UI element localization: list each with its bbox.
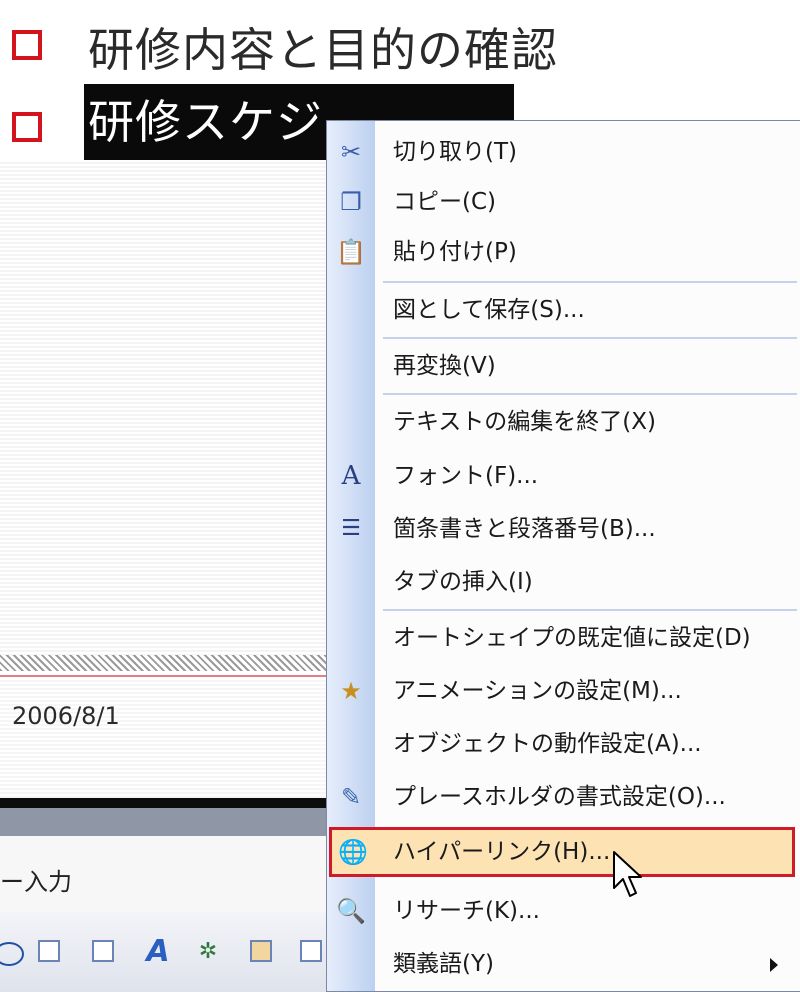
- menu-item-label: 箇条書きと段落番号(B)...: [393, 516, 656, 542]
- menu-item-custom-animation[interactable]: ★ アニメーションの設定(M)...: [327, 666, 800, 716]
- textbox-tool-icon[interactable]: [38, 940, 60, 962]
- context-menu: ✂ 切り取り(T) ❐ コピー(C) 📋 貼り付け(P) 図として保存(S)..…: [326, 120, 800, 992]
- diagram-tool-icon[interactable]: ✲: [196, 940, 220, 964]
- menu-item-font[interactable]: A フォント(F)...: [327, 451, 800, 501]
- clipart-tool-icon[interactable]: [250, 940, 272, 962]
- bullet-square-icon: [12, 30, 42, 60]
- menu-item-label: コピー(C): [393, 189, 497, 215]
- menu-item-label: 図として保存(S)...: [393, 297, 585, 323]
- wordart-tool-icon[interactable]: A: [146, 937, 170, 967]
- menu-item-exit-text-edit[interactable]: テキストの編集を終了(X): [327, 397, 800, 447]
- paste-icon: 📋: [336, 238, 366, 266]
- menu-item-copy[interactable]: ❐ コピー(C): [327, 177, 800, 227]
- menu-separator: [383, 337, 797, 339]
- menu-item-label: アニメーションの設定(M)...: [393, 678, 682, 704]
- vertical-textbox-tool-icon[interactable]: [92, 940, 114, 962]
- menu-item-label: 再変換(V): [393, 353, 496, 379]
- animation-icon: ★: [340, 677, 362, 705]
- menu-item-research[interactable]: 🔍 リサーチ(K)...: [327, 886, 800, 936]
- menu-item-label: フォント(F)...: [393, 463, 539, 489]
- menu-item-label: プレースホルダの書式設定(O)...: [393, 784, 726, 810]
- menu-item-label: テキストの編集を終了(X): [393, 409, 657, 435]
- menu-item-cut[interactable]: ✂ 切り取り(T): [327, 127, 800, 177]
- slide-date: 2006/8/1: [12, 702, 120, 730]
- menu-item-reconvert[interactable]: 再変換(V): [327, 341, 800, 391]
- menu-separator: [383, 281, 797, 283]
- submenu-arrow-icon: [770, 958, 778, 972]
- mouse-cursor-icon: [613, 851, 642, 897]
- menu-item-hyperlink[interactable]: 🌐 ハイパーリンク(H)...: [329, 827, 795, 877]
- menu-item-label: タブの挿入(I): [393, 569, 533, 595]
- format-placeholder-icon: ✎: [340, 783, 362, 811]
- menu-item-insert-tab[interactable]: タブの挿入(I): [327, 557, 800, 607]
- bullet-square-icon: [12, 112, 42, 142]
- bullet-text-1[interactable]: 研修内容と目的の確認: [88, 14, 558, 80]
- font-icon: A: [341, 461, 361, 491]
- hyperlink-globe-icon: 🌐: [338, 838, 368, 866]
- scissors-icon: ✂: [340, 138, 362, 166]
- menu-item-set-autoshape-default[interactable]: オートシェイプの既定値に設定(D): [327, 613, 800, 663]
- menu-separator: [383, 609, 797, 611]
- menu-item-label: 貼り付け(P): [393, 239, 517, 265]
- menu-item-label: リサーチ(K)...: [393, 898, 540, 924]
- menu-item-thesaurus[interactable]: 類義語(Y): [327, 939, 800, 989]
- research-icon: 🔍: [336, 897, 366, 925]
- copy-icon: ❐: [340, 188, 362, 216]
- menu-item-label: オブジェクトの動作設定(A)...: [393, 731, 702, 757]
- menu-separator: [383, 393, 797, 395]
- menu-item-label: ハイパーリンク(H)...: [393, 839, 611, 865]
- menu-item-bullets-numbering[interactable]: ☰ 箇条書きと段落番号(B)...: [327, 504, 800, 554]
- menu-item-format-placeholder[interactable]: ✎ プレースホルダの書式設定(O)...: [327, 772, 800, 822]
- menu-item-label: オートシェイプの既定値に設定(D): [393, 625, 751, 651]
- menu-item-label: 切り取り(T): [393, 139, 517, 165]
- menu-item-paste[interactable]: 📋 貼り付け(P): [327, 227, 800, 277]
- menu-item-save-as-picture[interactable]: 図として保存(S)...: [327, 285, 800, 335]
- menu-item-label: 類義語(Y): [393, 951, 494, 977]
- bullets-icon: ☰: [341, 516, 361, 541]
- notes-text: ー入力: [0, 868, 72, 896]
- picture-tool-icon[interactable]: [300, 940, 322, 962]
- menu-item-action-settings[interactable]: オブジェクトの動作設定(A)...: [327, 719, 800, 769]
